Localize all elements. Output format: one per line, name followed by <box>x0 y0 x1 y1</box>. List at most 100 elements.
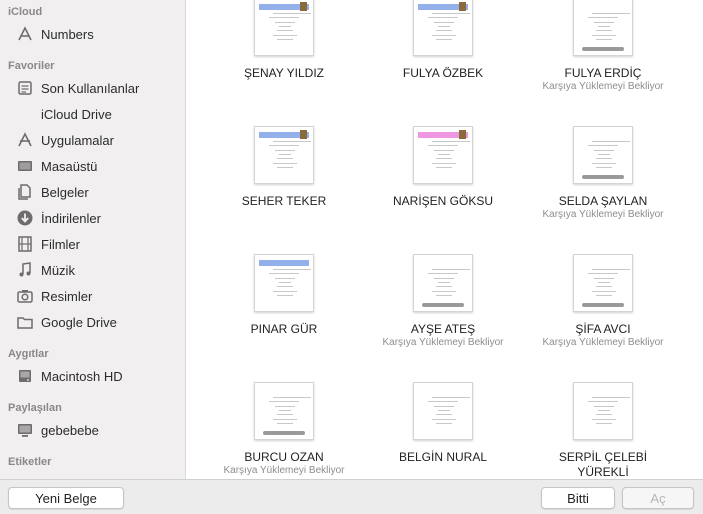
thumbnail-text-line <box>269 401 299 402</box>
document-name[interactable]: NARİŞEN GÖKSU <box>363 194 523 208</box>
sidebar-item-pictures[interactable]: Resimler <box>0 284 185 308</box>
thumbnail-text-line <box>434 150 454 151</box>
sidebar-item-applications[interactable]: Uygulamalar <box>0 128 185 152</box>
thumbnail-text-line <box>279 154 291 155</box>
sidebar-item-movies[interactable]: Filmler <box>0 232 185 256</box>
document-name[interactable]: BELGİN NURAL <box>363 450 523 464</box>
sidebar-item-label: İndirilenler <box>41 210 101 226</box>
document-thumbnail[interactable] <box>573 126 633 184</box>
document-name[interactable]: PINAR GÜR <box>204 322 364 336</box>
thumbnail-text-line <box>432 13 470 14</box>
thumbnail-photo <box>459 130 466 139</box>
thumbnail-text-line <box>436 423 452 424</box>
thumbnail-text-line <box>588 145 618 146</box>
new-document-button[interactable]: Yeni Belge <box>8 487 124 509</box>
sidebar-item-label: gebebebe <box>41 422 99 438</box>
document-thumbnail[interactable] <box>413 254 473 312</box>
recents-icon <box>16 79 34 97</box>
document-thumbnail[interactable] <box>573 382 633 440</box>
upload-progress-bar <box>263 431 305 435</box>
document-thumbnail[interactable] <box>413 0 473 56</box>
bottom-toolbar: Yeni Belge Bitti Aç <box>0 479 703 514</box>
done-button[interactable]: Bitti <box>541 487 615 509</box>
document-name[interactable]: FULYA ERDİÇ <box>523 66 683 80</box>
thumbnail-text-line <box>428 17 458 18</box>
thumbnail-text-line <box>594 22 614 23</box>
thumbnail-text-line <box>428 273 458 274</box>
document-name[interactable]: ŞİFA AVCI <box>523 322 683 336</box>
thumbnail-text-line <box>588 273 618 274</box>
thumbnail-text-line <box>273 35 297 36</box>
document-name[interactable]: SEHER TEKER <box>204 194 364 208</box>
sidebar-item-recents[interactable]: Son Kullanılanlar <box>0 76 185 100</box>
sidebar-item-label: Uygulamalar <box>41 132 114 148</box>
thumbnail-text-line <box>594 278 614 279</box>
sidebar-item-documents[interactable]: Belgeler <box>0 180 185 204</box>
thumbnail-text-line <box>596 39 612 40</box>
section-icloud: iCloud <box>8 6 43 18</box>
thumbnail-photo <box>300 130 307 139</box>
document-thumbnail[interactable] <box>573 254 633 312</box>
sidebar-item-macintosh-hd[interactable]: Macintosh HD <box>0 364 185 388</box>
thumbnail-text-line <box>432 397 470 398</box>
sidebar-item-desktop[interactable]: Masaüstü <box>0 154 185 178</box>
sidebar-item-label: Google Drive <box>41 314 117 330</box>
thumbnail-text-line <box>269 273 299 274</box>
sidebar-item-label: Masaüstü <box>41 158 98 174</box>
document-name[interactable]: ŞENAY YILDIZ <box>204 66 364 80</box>
thumbnail-text-line <box>598 154 610 155</box>
upload-progress-bar <box>422 303 464 307</box>
document-name[interactable]: BURCU OZAN <box>204 450 364 464</box>
applications-icon <box>16 131 34 149</box>
document-name[interactable]: SERPİL ÇELEBİ <box>523 450 683 464</box>
thumbnail-text-line <box>436 30 452 31</box>
thumbnail-text-line <box>596 286 612 287</box>
thumbnail-text-line <box>275 278 295 279</box>
thumbnail-text-line <box>436 286 452 287</box>
thumbnail-text-line <box>436 167 452 168</box>
thumbnail-text-line <box>273 419 297 420</box>
sidebar-item-google-drive[interactable]: Google Drive <box>0 310 185 334</box>
section-tags: Etiketler <box>8 456 52 468</box>
thumbnail-text-line <box>598 282 610 283</box>
sidebar-item-icloud-drive[interactable]: iCloud Drive <box>0 102 185 126</box>
document-thumbnail[interactable] <box>254 126 314 184</box>
thumbnail-text-line <box>432 291 456 292</box>
sidebar-item-label: Müzik <box>41 262 75 278</box>
document-thumbnail[interactable] <box>413 382 473 440</box>
upload-progress-bar <box>582 303 624 307</box>
thumbnail-text-line <box>588 401 618 402</box>
thumbnail-text-line <box>432 141 470 142</box>
thumbnail-text-line <box>598 26 610 27</box>
section-favorites: Favoriler <box>8 60 55 72</box>
thumbnail-text-line <box>438 282 450 283</box>
document-thumbnail[interactable] <box>254 0 314 56</box>
document-name[interactable]: AYŞE ATEŞ <box>363 322 523 336</box>
sidebar-item-downloads[interactable]: İndirilenler <box>0 206 185 230</box>
document-thumbnail[interactable] <box>413 126 473 184</box>
upload-progress-bar <box>582 47 624 51</box>
document-name[interactable]: SELDA ŞAYLAN <box>523 194 683 208</box>
thumbnail-text-line <box>434 406 454 407</box>
sidebar-item-gebebebe[interactable]: gebebebe <box>0 418 185 442</box>
thumbnail-text-line <box>592 163 616 164</box>
sidebar-item-music[interactable]: Müzik <box>0 258 185 282</box>
sidebar-item-label: Filmler <box>41 236 80 252</box>
pictures-icon <box>16 287 34 305</box>
thumbnail-text-line <box>428 401 458 402</box>
thumbnail-text-line <box>279 26 291 27</box>
document-thumbnail[interactable] <box>254 254 314 312</box>
document-thumbnail[interactable] <box>573 0 633 56</box>
thumbnail-text-line <box>592 35 616 36</box>
document-name[interactable]: FULYA ÖZBEK <box>363 66 523 80</box>
sidebar-item-numbers[interactable]: Numbers <box>0 22 185 46</box>
document-thumbnail[interactable] <box>254 382 314 440</box>
upload-progress-bar <box>582 175 624 179</box>
document-name-line2[interactable]: YÜREKLİ <box>523 465 683 479</box>
thumbnail-text-line <box>269 145 299 146</box>
thumbnail-text-line <box>592 419 616 420</box>
thumbnail-text-line <box>277 414 293 415</box>
thumbnail-text-line <box>275 150 295 151</box>
open-button[interactable]: Aç <box>622 487 694 509</box>
thumbnail-text-line <box>592 141 630 142</box>
